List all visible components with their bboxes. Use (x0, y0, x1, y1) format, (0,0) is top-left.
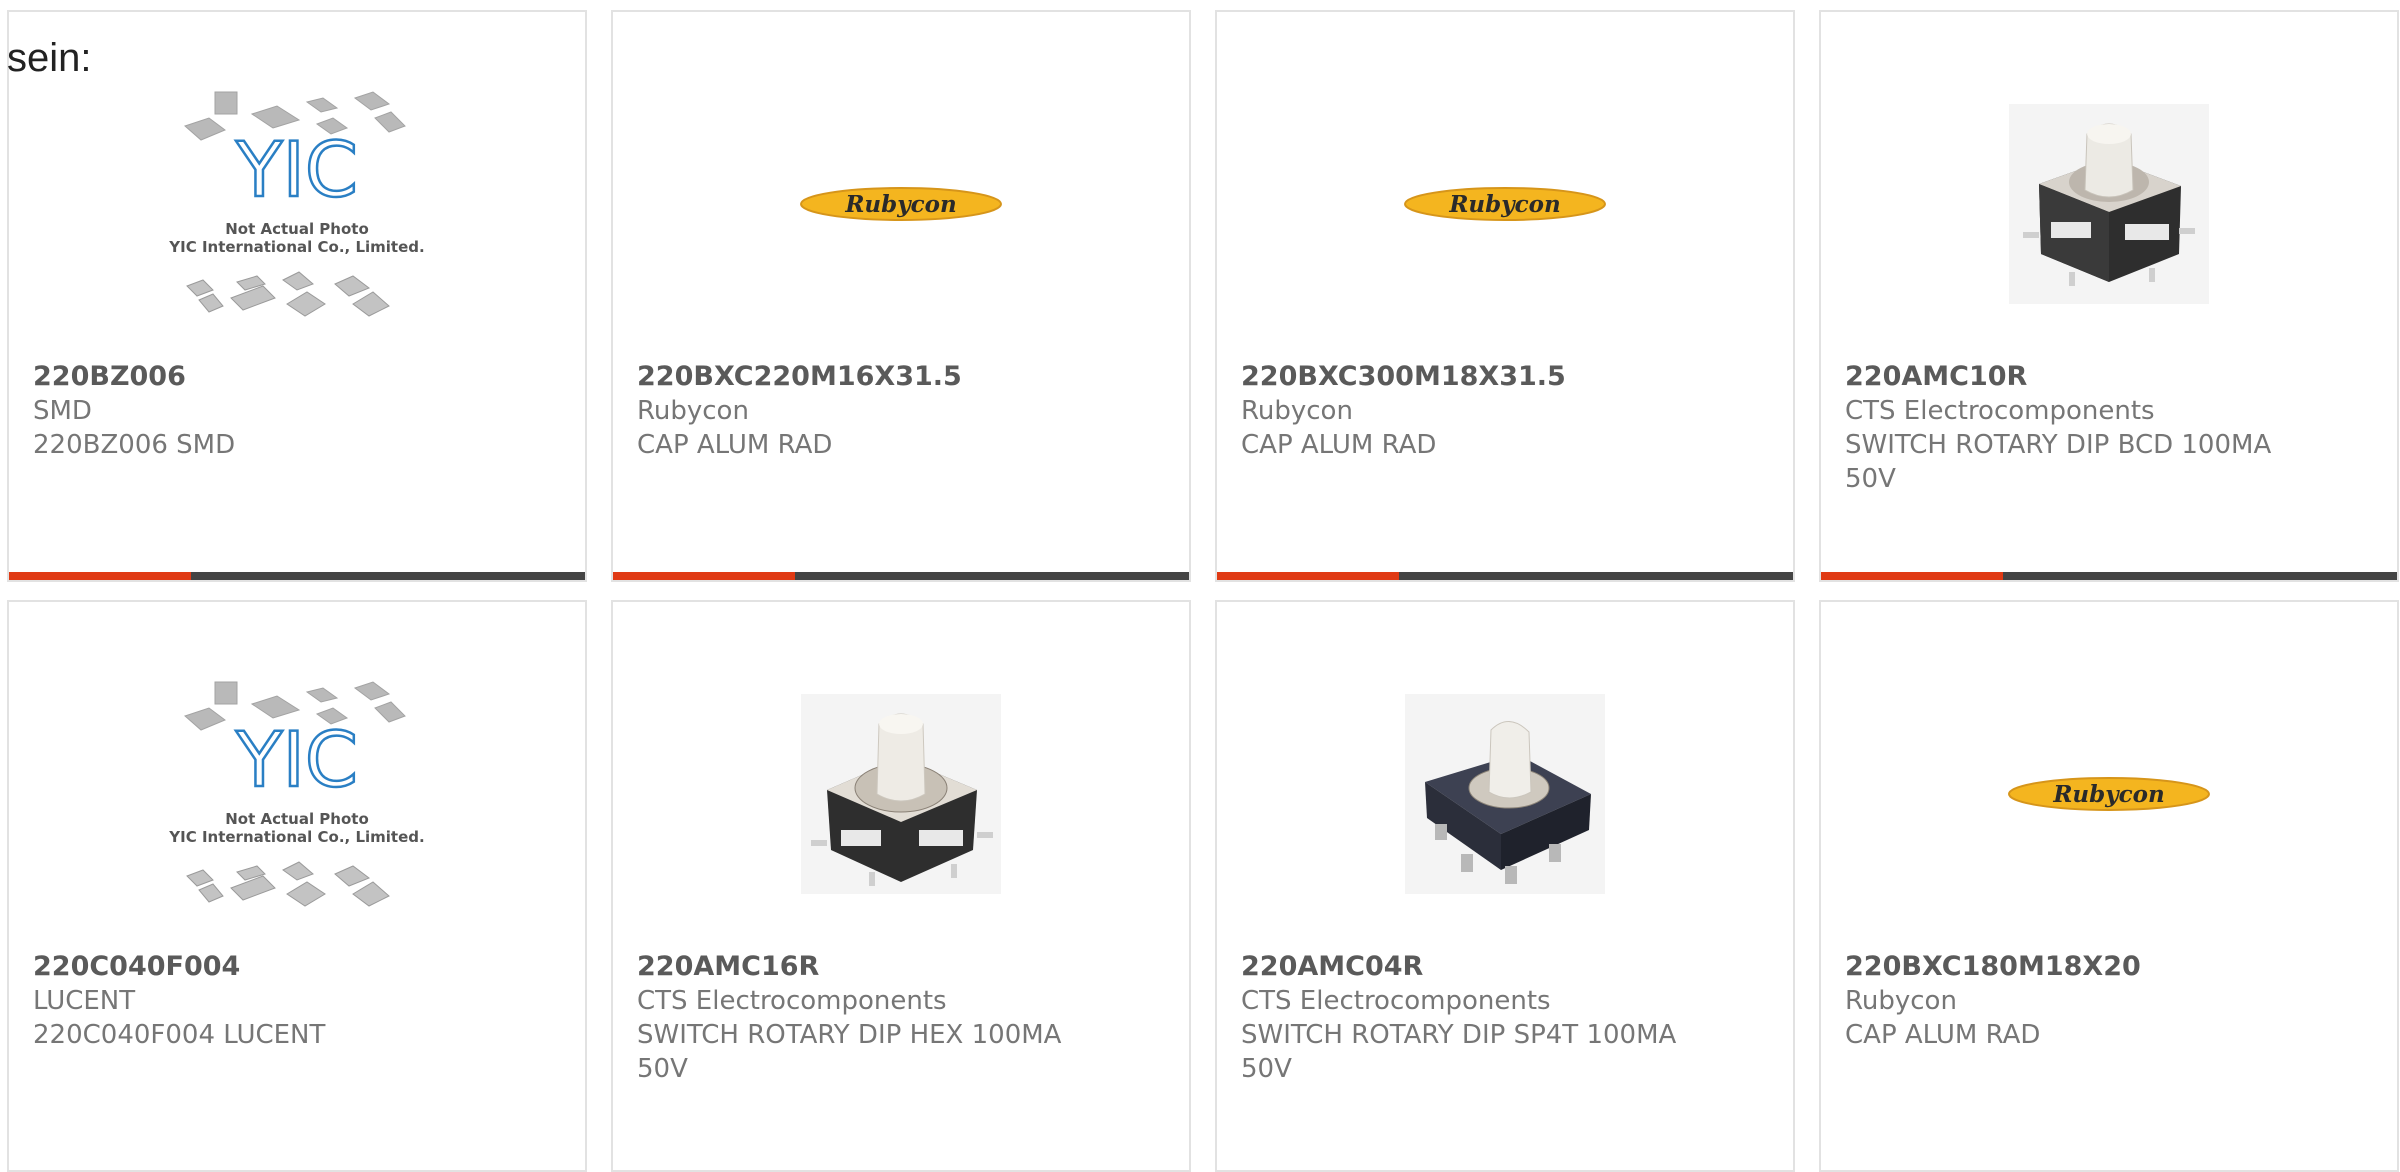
description: CAP ALUM RAD (1241, 430, 1437, 460)
product-card[interactable]: Rubycon 220BXC180M18X20 Rubycon CAP ALUM… (1819, 600, 2399, 1172)
product-card[interactable]: 220AMC10R CTS Electrocomponents SWITCH R… (1819, 10, 2399, 582)
description: 220BZ006 SMD (33, 430, 236, 460)
description: SWITCH ROTARY DIP BCD 100MA 50V (1845, 430, 2272, 494)
part-number[interactable]: 220BZ006 (33, 360, 475, 394)
svg-text:YIC: YIC (235, 715, 358, 804)
svg-text:Rubycon: Rubycon (844, 191, 956, 218)
manufacturer: SMD (33, 396, 92, 426)
card-accent-bar (1821, 572, 2397, 580)
part-number[interactable]: 220BXC300M18X31.5 (1241, 360, 1683, 394)
svg-text:Rubycon: Rubycon (1448, 191, 1560, 218)
part-number[interactable]: 220C040F004 (33, 950, 475, 984)
rotary-switch-icon (613, 644, 1189, 944)
manufacturer: Rubycon (1845, 986, 1957, 1016)
product-card[interactable]: 220AMC16R CTS Electrocomponents SWITCH R… (611, 600, 1191, 1172)
product-card[interactable]: 220AMC04R CTS Electrocomponents SWITCH R… (1215, 600, 1795, 1172)
svg-text:Not Actual Photo: Not Actual Photo (225, 810, 369, 828)
svg-text:Rubycon: Rubycon (2052, 781, 2164, 808)
rubycon-logo-icon: Rubycon (613, 54, 1189, 354)
description: SWITCH ROTARY DIP SP4T 100MA 50V (1241, 1020, 1677, 1084)
rubycon-logo-icon: Rubycon (1821, 644, 2397, 944)
yic-placeholder-icon: YIC Not Actual Photo YIC International C… (9, 54, 585, 354)
card-accent-bar (1217, 572, 1793, 580)
rubycon-logo-icon: Rubycon (1217, 54, 1793, 354)
card-accent-bar (9, 572, 585, 580)
description: 220C040F004 LUCENT (33, 1020, 326, 1050)
page-prefix-text: sein: (7, 36, 92, 80)
manufacturer: Rubycon (1241, 396, 1353, 426)
product-card[interactable]: YIC Not Actual Photo YIC International C… (7, 600, 587, 1172)
rotary-switch-dark-icon (1217, 644, 1793, 944)
part-number[interactable]: 220AMC10R (1845, 360, 2287, 394)
product-card[interactable]: Rubycon 220BXC220M16X31.5 Rubycon CAP AL… (611, 10, 1191, 582)
svg-text:YIC International Co., Limited: YIC International Co., Limited. (168, 828, 424, 846)
card-accent-bar (613, 572, 1189, 580)
manufacturer: Rubycon (637, 396, 749, 426)
manufacturer: CTS Electrocomponents (1845, 396, 2155, 426)
svg-text:Not Actual Photo: Not Actual Photo (225, 220, 369, 238)
svg-text:YIC International Co., Limited: YIC International Co., Limited. (168, 238, 424, 256)
part-number[interactable]: 220AMC04R (1241, 950, 1683, 984)
description: CAP ALUM RAD (637, 430, 833, 460)
part-number[interactable]: 220BXC180M18X20 (1845, 950, 2287, 984)
product-card[interactable]: YIC Not Actual Photo YIC International C… (7, 10, 587, 582)
manufacturer: CTS Electrocomponents (1241, 986, 1551, 1016)
yic-placeholder-icon: YIC Not Actual Photo YIC International C… (9, 644, 585, 944)
manufacturer: CTS Electrocomponents (637, 986, 947, 1016)
part-number[interactable]: 220AMC16R (637, 950, 1079, 984)
description: CAP ALUM RAD (1845, 1020, 2041, 1050)
description: SWITCH ROTARY DIP HEX 100MA 50V (637, 1020, 1062, 1084)
part-number[interactable]: 220BXC220M16X31.5 (637, 360, 1079, 394)
product-card[interactable]: Rubycon 220BXC300M18X31.5 Rubycon CAP AL… (1215, 10, 1795, 582)
rotary-switch-icon (1821, 54, 2397, 354)
manufacturer: LUCENT (33, 986, 136, 1016)
svg-text:YIC: YIC (235, 125, 358, 214)
product-grid: YIC Not Actual Photo YIC International C… (0, 0, 2400, 1172)
